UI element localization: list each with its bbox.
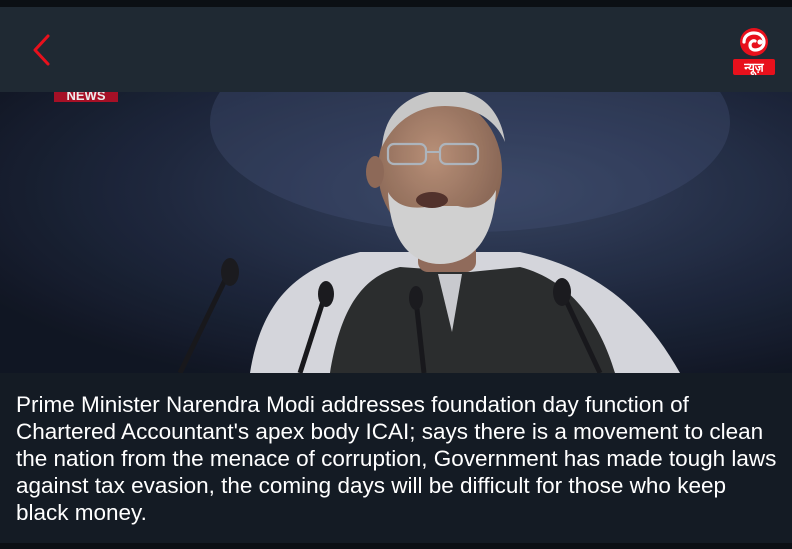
article-headline[interactable]: Prime Minister Narendra Modi addresses f… [16, 391, 780, 526]
article-caption: Prime Minister Narendra Modi addresses f… [0, 373, 792, 549]
logo-text: न्यूज़ [743, 61, 765, 76]
bottom-strip [0, 543, 792, 549]
hero-image[interactable]: NEWS [0, 92, 792, 373]
status-strip [0, 0, 792, 7]
dd-news-logo[interactable]: न्यूज़ [732, 27, 776, 77]
back-button[interactable] [26, 31, 60, 69]
app-bar: न्यूज़ [0, 7, 792, 92]
chevron-left-icon [33, 34, 50, 66]
